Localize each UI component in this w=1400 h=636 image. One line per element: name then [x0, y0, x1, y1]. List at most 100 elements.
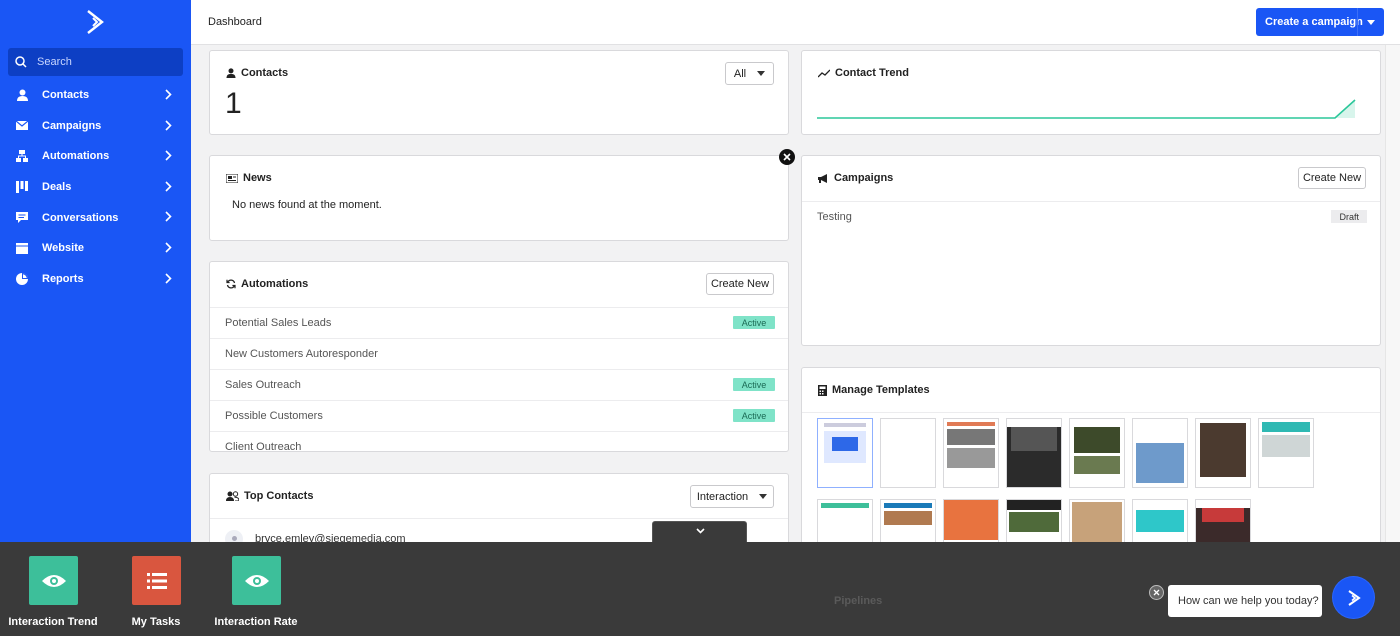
envelope-icon	[16, 120, 28, 132]
sidebar: Search Contacts Campaigns Automations De…	[0, 0, 191, 636]
button-divider	[1357, 8, 1358, 36]
contacts-card: Contacts 1 All	[209, 50, 789, 135]
sidebar-item-deals[interactable]: Deals	[0, 172, 191, 203]
newspaper-icon	[226, 173, 238, 183]
card-title: Top Contacts	[226, 490, 313, 502]
sidebar-item-label: Automations	[42, 150, 110, 163]
status-badge: Draft	[1331, 210, 1367, 223]
top-contacts-filter-select[interactable]: Interaction	[690, 485, 774, 508]
tile-label: Interaction Rate	[214, 616, 298, 628]
search-icon	[15, 56, 27, 68]
sidebar-item-label: Deals	[42, 181, 72, 194]
browser-icon	[16, 242, 28, 254]
create-campaign-label: Create a campaign	[1265, 16, 1363, 28]
sidebar-item-label: Conversations	[42, 211, 119, 224]
interaction-trend-tile[interactable]	[29, 556, 78, 605]
create-campaign-button[interactable]: Create a campaign	[1256, 8, 1384, 36]
contacts-count: 1	[225, 87, 242, 120]
campaign-row[interactable]: Testing Draft	[802, 201, 1380, 231]
sidebar-item-website[interactable]: Website	[0, 233, 191, 264]
card-title: Contacts	[226, 67, 288, 79]
tile-label: My Tasks	[131, 616, 181, 628]
sidebar-nav: Contacts Campaigns Automations Deals Con…	[0, 80, 191, 294]
sitemap-icon	[16, 150, 28, 163]
chat-prompt-bubble[interactable]: How can we help you today?	[1168, 585, 1322, 617]
automations-create-new-button[interactable]: Create New	[706, 273, 774, 295]
collapse-bar-toggle[interactable]	[652, 521, 747, 543]
chevron-right-icon	[165, 211, 172, 222]
news-message: No news found at the moment.	[232, 199, 382, 211]
search-input[interactable]: Search	[8, 48, 183, 76]
automation-name: Client Outreach	[225, 441, 302, 452]
chat-close-icon[interactable]	[1149, 585, 1164, 600]
automation-row[interactable]: Possible Customers Active	[210, 400, 788, 431]
card-title: Campaigns	[818, 172, 893, 184]
top-contacts-title: Top Contacts	[244, 490, 314, 502]
card-title: Automations	[226, 278, 308, 290]
campaigns-title: Campaigns	[834, 172, 894, 184]
line-chart-icon	[818, 69, 830, 77]
automation-name: Possible Customers	[225, 410, 323, 422]
chat-launcher-button[interactable]	[1333, 577, 1374, 618]
template-thumbnail[interactable]	[1132, 418, 1188, 488]
contacts-title: Contacts	[241, 67, 289, 79]
templates-title: Manage Templates	[832, 384, 930, 396]
person-icon	[226, 68, 236, 78]
divider	[802, 412, 1380, 413]
logo-icon[interactable]	[85, 9, 107, 35]
template-thumbnail[interactable]	[943, 418, 999, 488]
chevron-right-icon	[165, 272, 172, 284]
close-icon[interactable]	[779, 149, 795, 165]
template-thumbnail[interactable]	[1195, 418, 1251, 488]
caret-down-icon[interactable]	[1367, 20, 1375, 25]
my-tasks-tile[interactable]	[132, 556, 181, 605]
top-contacts-filter-value: Interaction	[696, 490, 749, 503]
refresh-icon	[226, 279, 236, 289]
automation-row[interactable]: Sales Outreach Active	[210, 369, 788, 400]
sidebar-item-conversations[interactable]: Conversations	[0, 202, 191, 233]
template-thumbnail[interactable]	[817, 418, 873, 488]
sidebar-item-contacts[interactable]: Contacts	[0, 80, 191, 111]
columns-icon	[16, 181, 28, 194]
sidebar-item-label: Website	[42, 242, 84, 255]
automation-name: New Customers Autoresponder	[225, 348, 378, 360]
template-thumbnail[interactable]	[1006, 418, 1062, 488]
template-thumbnail[interactable]	[880, 418, 936, 488]
interaction-rate-tile[interactable]	[232, 556, 281, 605]
automation-row[interactable]: New Customers Autoresponder	[210, 338, 788, 369]
status-badge: Active	[733, 378, 775, 391]
megaphone-icon	[818, 173, 827, 183]
top-header: Dashboard Create a campaign	[191, 0, 1400, 45]
contacts-filter-select[interactable]: All	[725, 62, 774, 85]
caret-down-icon	[759, 494, 768, 499]
automation-name: Sales Outreach	[225, 379, 301, 391]
template-thumbnail[interactable]	[1069, 418, 1125, 488]
sidebar-item-label: Reports	[42, 272, 84, 285]
send-arrow-icon	[1347, 589, 1361, 606]
status-badge: Active	[733, 316, 775, 329]
campaigns-card: Campaigns Create New Testing Draft	[801, 155, 1381, 346]
status-badge: Active	[733, 409, 775, 422]
sidebar-item-campaigns[interactable]: Campaigns	[0, 111, 191, 142]
pipelines-faded-label: Pipelines	[834, 595, 883, 607]
sidebar-item-automations[interactable]: Automations	[0, 141, 191, 172]
sidebar-item-label: Contacts	[42, 89, 90, 102]
card-title: News	[226, 172, 272, 184]
sidebar-item-label: Campaigns	[42, 119, 102, 132]
caret-down-icon	[757, 71, 766, 76]
main-scrollbar[interactable]	[1385, 45, 1400, 545]
automation-row[interactable]: Client Outreach	[210, 431, 788, 452]
search-placeholder: Search	[37, 56, 72, 68]
template-thumbnail[interactable]	[1258, 418, 1314, 488]
campaigns-create-new-button[interactable]: Create New	[1298, 167, 1366, 189]
news-title: News	[243, 172, 272, 184]
sidebar-item-reports[interactable]: Reports	[0, 264, 191, 295]
pie-chart-icon	[16, 272, 28, 285]
chevron-right-icon	[165, 242, 172, 253]
page-title: Dashboard	[208, 16, 262, 28]
automation-row[interactable]: Potential Sales Leads Active	[210, 307, 788, 338]
users-icon	[226, 491, 239, 501]
card-title: Contact Trend	[818, 67, 909, 79]
chevron-down-icon	[696, 528, 705, 534]
chevron-right-icon	[165, 120, 172, 131]
